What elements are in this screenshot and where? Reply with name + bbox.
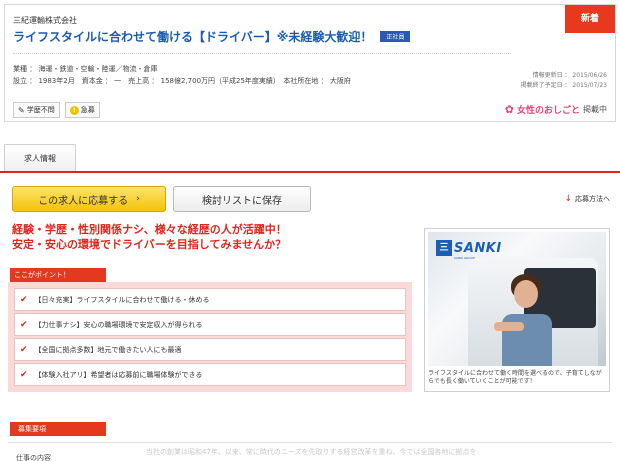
recruitment-value: 当社の創業は昭和47年。以来、常に時代のニーズを先取りする経営改革を重ね、今では… xyxy=(146,448,477,456)
brand-suffix: 掲載中 xyxy=(583,105,607,114)
points-list: ✔ 【日々充実】ライフスタイルに合わせて働ける・休める ✔ 【力仕事ナシ】安心の… xyxy=(8,282,412,392)
workplace-photo-panel: 三 SANKI SANKI GROUP ライフスタイルに合わせて働く時間を選べる… xyxy=(424,228,610,392)
check-icon: ✔ xyxy=(20,344,28,355)
feature-tags: ✎ 学歴不問 ! 急募 xyxy=(13,102,100,118)
catch-line-1: 経験・学歴・性別関係ナシ、様々な経歴の人が活躍中！ xyxy=(12,223,287,236)
employment-type-badge: 正社員 xyxy=(380,31,411,42)
sanki-logo: 三 SANKI SANKI GROUP xyxy=(436,240,502,260)
chevron-right-icon: › xyxy=(136,194,140,204)
sanki-logo-word: SANKI xyxy=(454,240,502,256)
list-item: ✔ 【日々充実】ライフスタイルに合わせて働ける・休める xyxy=(14,288,406,311)
date-info: 情報更新日 ： 2015/06/26 掲載終了予定日 ： 2015/07/23 xyxy=(521,71,607,91)
tag-no-education: ✎ 学歴不問 xyxy=(13,102,60,118)
check-icon: ✔ xyxy=(20,319,28,330)
tag-urgent: ! 急募 xyxy=(64,102,100,118)
point-text: 【力仕事ナシ】安心の職場環境で安定収入が得られる xyxy=(34,320,203,329)
points-heading: ここがポイント！ xyxy=(10,268,106,282)
list-item: ✔ 【全国に拠点多数】地元で働きたい人にも最適 xyxy=(14,338,406,361)
check-icon: ✔ xyxy=(20,369,28,380)
apply-button[interactable]: この求人に応募する › xyxy=(12,186,166,212)
recruitment-key: 仕事の内容 xyxy=(16,454,51,461)
tag-label: 学歴不問 xyxy=(26,106,55,114)
updated-date: 情報更新日 ： 2015/06/26 xyxy=(532,72,607,79)
pencil-icon: ✎ xyxy=(18,105,25,115)
tag-label: 急募 xyxy=(80,106,95,114)
new-badge: 新着 xyxy=(565,5,615,33)
brand-name: 女性のおしごと xyxy=(516,106,580,116)
sanki-logo-sub: SANKI GROUP xyxy=(454,256,475,260)
job-header-card: 三紀運輸株式会社 ライフスタイルに合わせて働ける【ドライバー】※未経験大歓迎！ 正… xyxy=(4,4,616,122)
point-text: 【日々充実】ライフスタイルに合わせて働ける・休める xyxy=(34,295,210,304)
list-item: ✔ 【体験入社アリ】希望者は応募前に職場体験ができる xyxy=(14,363,406,386)
person-head xyxy=(514,280,538,308)
tab-underline xyxy=(0,171,620,173)
header-divider xyxy=(13,53,511,54)
save-to-list-button[interactable]: 検討リストに保存 xyxy=(173,186,311,212)
check-icon: ✔ xyxy=(20,294,28,305)
person-arm xyxy=(494,322,524,331)
tab-job-info[interactable]: 求人情報 xyxy=(4,144,76,172)
how-to-apply-label: 応募方法へ xyxy=(575,195,610,203)
point-text: 【体験入社アリ】希望者は応募前に職場体験ができる xyxy=(34,370,203,379)
arrow-down-icon: ↓ xyxy=(564,194,572,204)
photo-caption: ライフスタイルに合わせて働く時間を選べるので、子育てしながらでも長く働いていくこ… xyxy=(428,370,602,385)
job-title-text[interactable]: ライフスタイルに合わせて働ける【ドライバー】※未経験大歓迎！ xyxy=(13,30,372,44)
company-name[interactable]: 三紀運輸株式会社 xyxy=(13,15,77,26)
point-text: 【全国に拠点多数】地元で働きたい人にも最適 xyxy=(34,345,182,354)
flower-icon: ✿ xyxy=(504,103,514,116)
recruitment-heading: 募集要項 xyxy=(10,422,106,436)
brand-badge: ✿ 女性のおしごと 掲載中 xyxy=(505,103,607,116)
apply-button-label: この求人に応募する xyxy=(38,195,129,207)
workplace-photo: 三 SANKI SANKI GROUP xyxy=(428,232,606,366)
how-to-apply-link[interactable]: ↓ 応募方法へ xyxy=(564,194,610,204)
catch-copy: 経験・学歴・性別関係ナシ、様々な経歴の人が活躍中！ 安定・安心の環境でドライバー… xyxy=(12,222,287,252)
list-item: ✔ 【力仕事ナシ】安心の職場環境で安定収入が得られる xyxy=(14,313,406,336)
alert-icon: ! xyxy=(69,105,79,115)
sanki-logo-mark: 三 xyxy=(436,240,452,256)
company-info: 設立 ： 1983年2月 資本金 ： 一 売上高 ： 158億2,700万円（平… xyxy=(13,77,351,85)
industry-info: 業種 ： 海運・鉄道・空輸・陸運／物流・倉庫 xyxy=(13,65,158,73)
catch-line-2: 安定・安心の環境でドライバーを目指してみませんか？ xyxy=(12,238,287,251)
job-title[interactable]: ライフスタイルに合わせて働ける【ドライバー】※未経験大歓迎！ 正社員 xyxy=(13,28,411,45)
end-date: 掲載終了予定日 ： 2015/07/23 xyxy=(520,82,607,89)
recruitment-table: 仕事の内容 当社の創業は昭和47年。以来、常に時代のニーズを先取りする経営改革を… xyxy=(8,442,612,461)
